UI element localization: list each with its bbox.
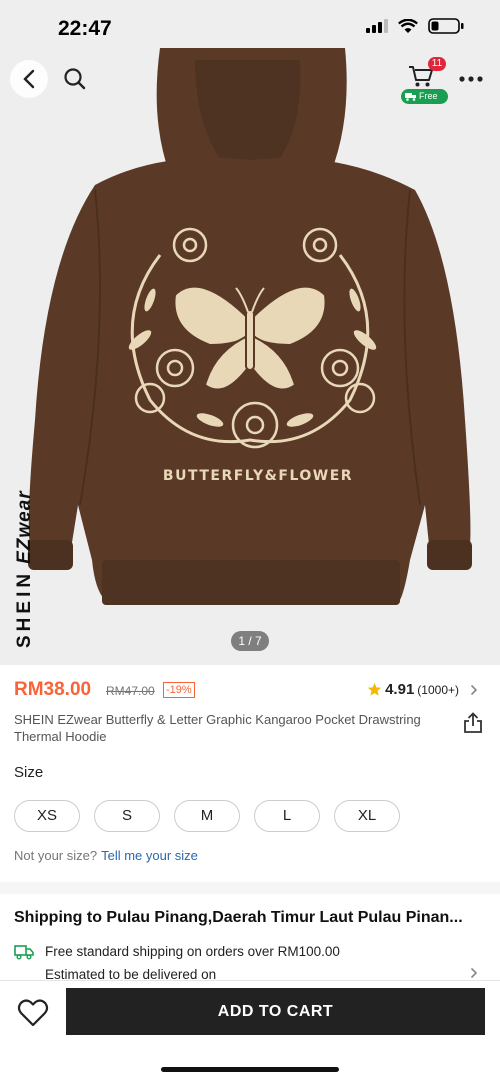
add-to-cart-button[interactable]: ADD TO CART bbox=[66, 988, 485, 1035]
chevron-right-icon bbox=[470, 684, 478, 695]
rating-value: 4.91 bbox=[385, 681, 415, 698]
product-image-gallery[interactable]: BUTTERFLY&FLOWER 22:47 11 Free SHEINEZwe… bbox=[0, 0, 500, 665]
size-label: Size bbox=[14, 764, 44, 781]
section-divider bbox=[0, 882, 500, 894]
shipping-title[interactable]: Shipping to Pulau Pinang,Daerah Timur La… bbox=[14, 909, 490, 927]
chevron-right-icon[interactable] bbox=[470, 967, 478, 979]
size-option-s[interactable]: S bbox=[94, 800, 160, 832]
star-icon bbox=[368, 682, 382, 696]
original-price: RM47.00 bbox=[106, 684, 155, 698]
image-page-indicator: 1 / 7 bbox=[231, 631, 269, 651]
truck-icon bbox=[14, 945, 34, 960]
brand-watermark: SHEIN EZwear bbox=[14, 490, 36, 648]
signal-icon bbox=[366, 19, 388, 33]
share-icon[interactable] bbox=[463, 712, 483, 734]
rating-count: (1000+) bbox=[417, 682, 459, 697]
chevron-left-icon bbox=[23, 69, 35, 89]
size-options: XS S M L XL bbox=[14, 800, 400, 832]
search-icon bbox=[64, 68, 86, 90]
rating-link[interactable]: 4.91 (1000+) bbox=[367, 681, 478, 698]
status-time: 22:47 bbox=[58, 17, 112, 40]
bottom-action-bar: ADD TO CART bbox=[0, 980, 500, 1080]
more-horizontal-icon[interactable] bbox=[458, 74, 484, 84]
status-icons bbox=[366, 18, 464, 34]
brand-shein: SHEIN bbox=[14, 569, 35, 648]
back-button[interactable] bbox=[10, 60, 48, 98]
sale-price: RM38.00 bbox=[14, 679, 92, 700]
cart-badge: 11 bbox=[428, 57, 446, 71]
size-finder-link[interactable]: Tell me your size bbox=[101, 848, 198, 863]
size-hint: Not your size? Tell me your size bbox=[14, 848, 198, 863]
discount-badge: -19% bbox=[163, 682, 195, 698]
price-row: RM38.00 RM47.00 -19% 4.91 (1000+) bbox=[14, 679, 486, 703]
search-button[interactable] bbox=[56, 60, 94, 98]
brand-ezwear: EZwear bbox=[14, 490, 35, 564]
free-shipping-text: Free standard shipping on orders over RM… bbox=[45, 944, 340, 959]
status-bar: 22:47 bbox=[0, 0, 500, 50]
size-option-l[interactable]: L bbox=[254, 800, 320, 832]
size-hint-text: Not your size? bbox=[14, 848, 98, 863]
heart-icon[interactable] bbox=[16, 996, 50, 1030]
wifi-icon bbox=[398, 18, 418, 33]
size-option-m[interactable]: M bbox=[174, 800, 240, 832]
print-text: BUTTERFLY&FLOWER bbox=[163, 468, 353, 484]
truck-icon bbox=[405, 93, 416, 101]
size-option-xl[interactable]: XL bbox=[334, 800, 400, 832]
delivery-estimate-text: Estimated to be delivered on bbox=[45, 967, 217, 979]
product-title: SHEIN EZwear Butterfly & Letter Graphic … bbox=[14, 712, 421, 744]
home-indicator bbox=[161, 1067, 339, 1072]
battery-icon bbox=[428, 18, 464, 34]
size-option-xs[interactable]: XS bbox=[14, 800, 80, 832]
